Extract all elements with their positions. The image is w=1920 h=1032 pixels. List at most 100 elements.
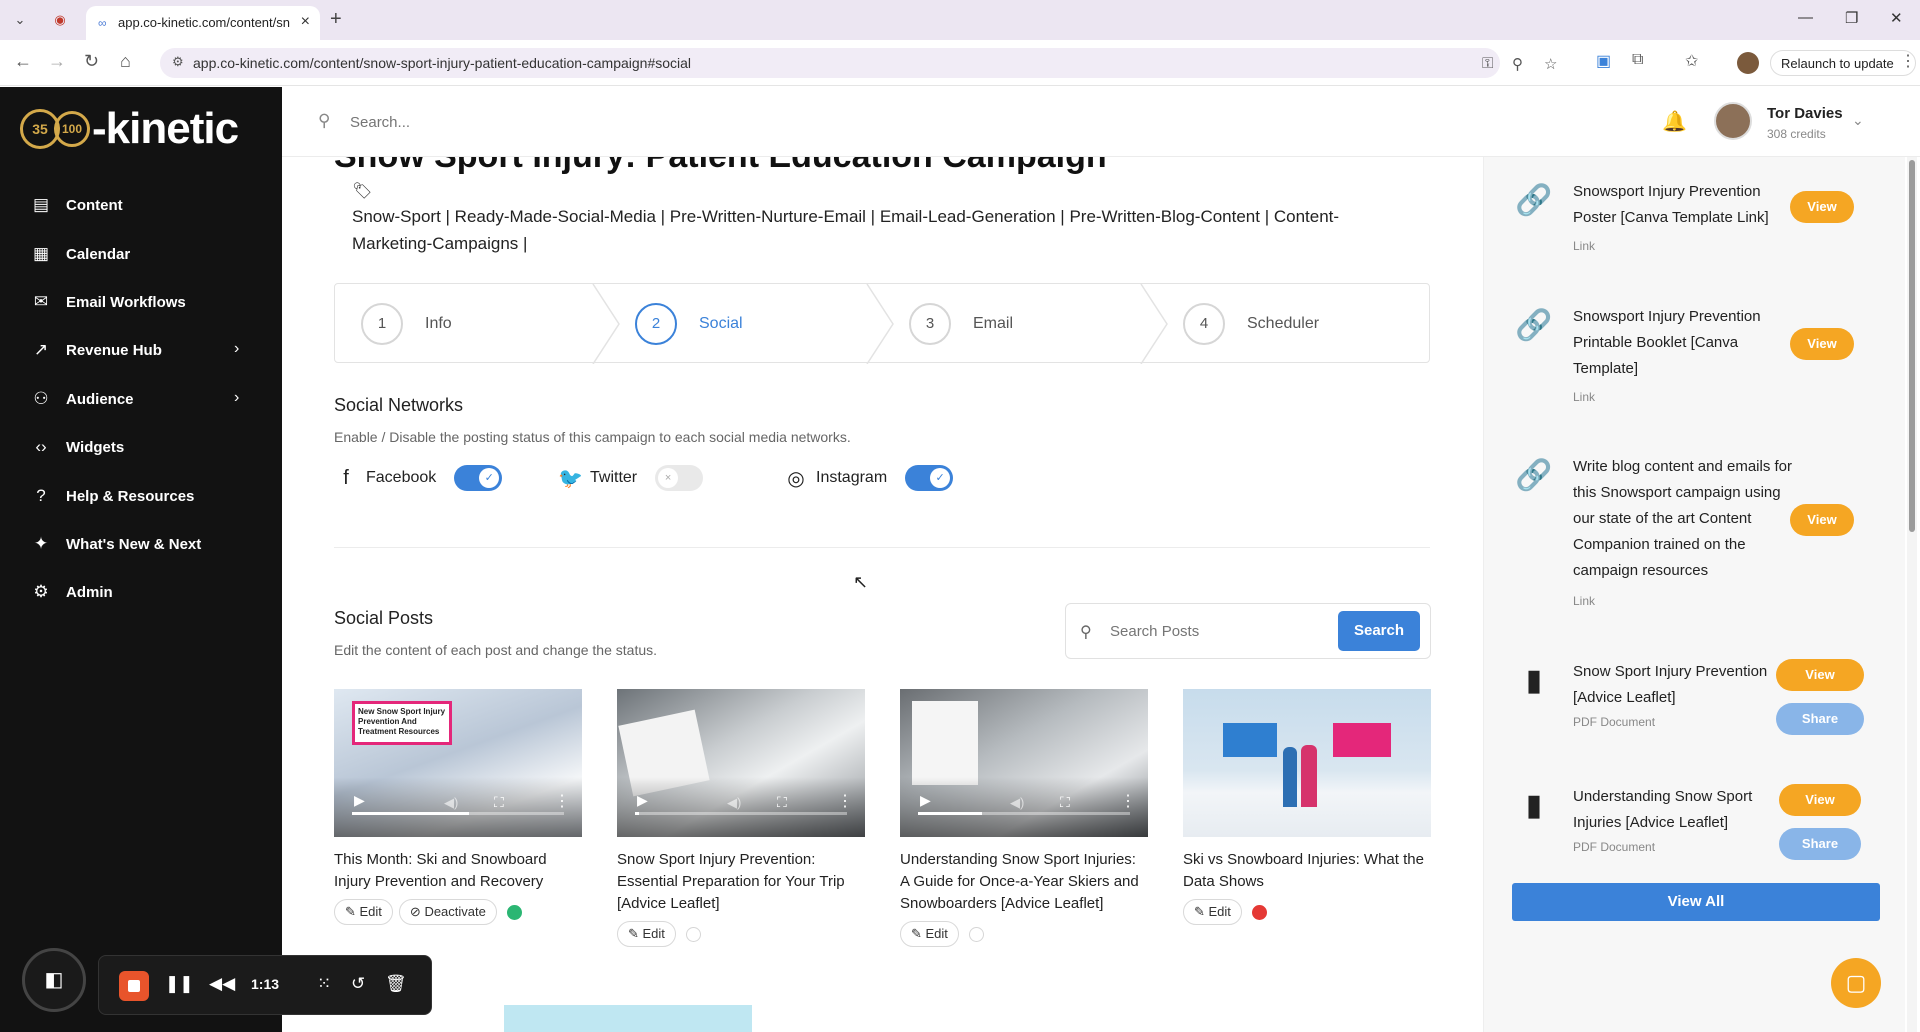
extensions-puzzle-icon[interactable]: ⧉ [1632, 51, 1643, 69]
logo[interactable]: 35 100 -kinetic [20, 104, 239, 153]
more-options-icon[interactable]: ⋮ [1120, 791, 1136, 811]
trash-icon[interactable]: 🗑 [385, 974, 407, 994]
fullscreen-icon[interactable]: ⛶ [777, 794, 787, 811]
forward-icon[interactable]: → [48, 51, 66, 72]
profile-avatar[interactable] [1737, 52, 1759, 74]
address-bar[interactable]: ⚙ app.co-kinetic.com/content/snow-sport-… [160, 48, 1557, 78]
search-posts-button[interactable]: Search [1338, 611, 1420, 651]
sidebar-item-admin[interactable]: ⚙ Admin [0, 573, 282, 613]
new-tab-icon[interactable]: + [330, 8, 342, 31]
camera-icon[interactable]: ◧ [22, 948, 86, 1012]
more-options-icon[interactable]: ⋮ [554, 791, 570, 811]
volume-icon[interactable]: ◀) [727, 795, 741, 811]
view-all-button[interactable]: View All [1512, 883, 1880, 921]
twitter-toggle[interactable]: × [655, 465, 704, 491]
minimize-icon[interactable]: — [1798, 9, 1813, 26]
fullscreen-icon[interactable]: ⛶ [494, 794, 504, 811]
user-name[interactable]: Tor Davies [1767, 105, 1843, 122]
view-button[interactable]: View [1790, 504, 1854, 536]
instagram-toggle[interactable]: ✓ [905, 465, 954, 491]
sidebar-item-calendar[interactable]: ▦ Calendar [0, 235, 282, 275]
sidebar-item-content[interactable]: ▤ Content [0, 186, 282, 226]
password-key-icon[interactable]: ⚿ [1482, 55, 1493, 72]
search-posts-input[interactable] [1110, 617, 1330, 645]
rewind-icon[interactable]: ◀◀ [209, 974, 235, 994]
edit-button[interactable]: ✎ Edit [900, 921, 959, 947]
sidebar-item-revenue-hub[interactable]: ↗ Revenue Hub › [0, 331, 282, 371]
view-button[interactable]: View [1790, 191, 1854, 223]
close-window-icon[interactable]: ✕ [1890, 9, 1903, 27]
sidebar-item-label: Admin [66, 584, 113, 601]
bookmarks-icon[interactable]: ✩ [1685, 51, 1698, 71]
network-label: Twitter [590, 469, 638, 486]
video-progress[interactable] [918, 812, 1130, 815]
deactivate-button[interactable]: ⊘ Deactivate [398, 899, 497, 925]
volume-icon[interactable]: ◀) [444, 795, 458, 811]
back-icon[interactable]: ← [14, 51, 32, 72]
play-icon[interactable]: ▶ [637, 792, 648, 809]
step-info[interactable]: 1 Info [335, 284, 609, 364]
bookmark-star-icon[interactable]: ☆ [1544, 55, 1557, 73]
sidebar-item-widgets[interactable]: ‹› Widgets [0, 428, 282, 468]
skier-figure [1283, 747, 1297, 807]
post-video-thumbnail[interactable]: ▶ ◀) ⛶ ⋮ [900, 689, 1148, 837]
tag-icon: 🏷 [352, 183, 373, 200]
post-video-thumbnail[interactable]: New Snow Sport Injury Prevention And Tre… [334, 689, 582, 837]
restore-icon[interactable]: ❐ [1845, 9, 1858, 27]
step-social[interactable]: 2 Social [609, 284, 883, 364]
reload-icon[interactable]: ↻ [84, 51, 99, 72]
browser-tab-active[interactable]: ∞ app.co-kinetic.com/content/sn × [86, 6, 320, 40]
share-button[interactable]: Share [1776, 703, 1864, 735]
fullscreen-icon[interactable]: ⛶ [1060, 794, 1070, 811]
stop-recording-button[interactable] [119, 971, 149, 1001]
share-button[interactable]: Share [1779, 828, 1861, 860]
user-credits: 308 credits [1767, 127, 1826, 141]
view-button[interactable]: View [1790, 328, 1854, 360]
extension-icon[interactable]: ▣ [1596, 51, 1611, 71]
video-progress[interactable] [635, 812, 847, 815]
user-avatar[interactable] [1714, 102, 1752, 140]
search-icon: ⚲ [1080, 624, 1092, 641]
tab-list-icon[interactable]: ⌄ [10, 10, 30, 30]
grid-icon[interactable]: ⁙ [317, 974, 331, 994]
status-dot-active [506, 904, 522, 920]
step-email[interactable]: 3 Email [883, 284, 1157, 364]
close-tab-icon[interactable]: × [301, 13, 310, 31]
chat-icon[interactable]: ▢ [1831, 958, 1881, 1008]
post-card-partial[interactable] [504, 1005, 752, 1032]
edit-button[interactable]: ✎ Edit [334, 899, 393, 925]
sidebar-item-audience[interactable]: ⚇ Audience › [0, 380, 282, 420]
post-card: New Snow Sport Injury Prevention And Tre… [334, 689, 582, 925]
view-button[interactable]: View [1776, 659, 1864, 691]
more-options-icon[interactable]: ⋮ [837, 791, 853, 811]
relaunch-button[interactable]: Relaunch to update [1770, 50, 1916, 76]
facebook-toggle[interactable]: ✓ [454, 465, 503, 491]
edit-button[interactable]: ✎ Edit [617, 921, 676, 947]
restart-icon[interactable]: ↺ [351, 974, 365, 994]
x-icon: × [658, 468, 679, 488]
view-button[interactable]: View [1779, 784, 1861, 816]
step-number: 3 [909, 303, 951, 345]
play-icon[interactable]: ▶ [920, 792, 931, 809]
pause-icon[interactable]: ❚❚ [165, 974, 194, 994]
post-image-thumbnail[interactable] [1183, 689, 1431, 837]
global-search-input[interactable] [350, 107, 650, 137]
home-icon[interactable]: ⌂ [120, 51, 131, 72]
post-video-thumbnail[interactable]: ▶ ◀) ⛶ ⋮ [617, 689, 865, 837]
step-scheduler[interactable]: 4 Scheduler [1157, 284, 1431, 364]
edit-button[interactable]: ✎ Edit [1183, 899, 1242, 925]
sidebar-item-email-workflows[interactable]: ✉ Email Workflows [0, 283, 282, 323]
video-progress[interactable] [352, 812, 564, 815]
trend-icon: ↗ [33, 340, 49, 359]
sidebar-item-help[interactable]: ? Help & Resources [0, 477, 282, 517]
zoom-icon[interactable]: ⚲ [1512, 55, 1523, 73]
volume-icon[interactable]: ◀) [1010, 795, 1024, 811]
chevron-down-icon[interactable]: ⌄ [1852, 112, 1864, 129]
post-actions: ✎ Edit [1183, 899, 1431, 925]
play-icon[interactable]: ▶ [354, 792, 365, 809]
sidebar-item-label: Help & Resources [66, 488, 195, 505]
scrollbar-thumb[interactable] [1909, 160, 1915, 532]
sidebar-item-whats-new[interactable]: ✦ What's New & Next [0, 525, 282, 565]
site-info-icon[interactable]: ⚙ [172, 54, 184, 70]
notification-bell-icon[interactable]: 🔔 [1662, 109, 1687, 134]
